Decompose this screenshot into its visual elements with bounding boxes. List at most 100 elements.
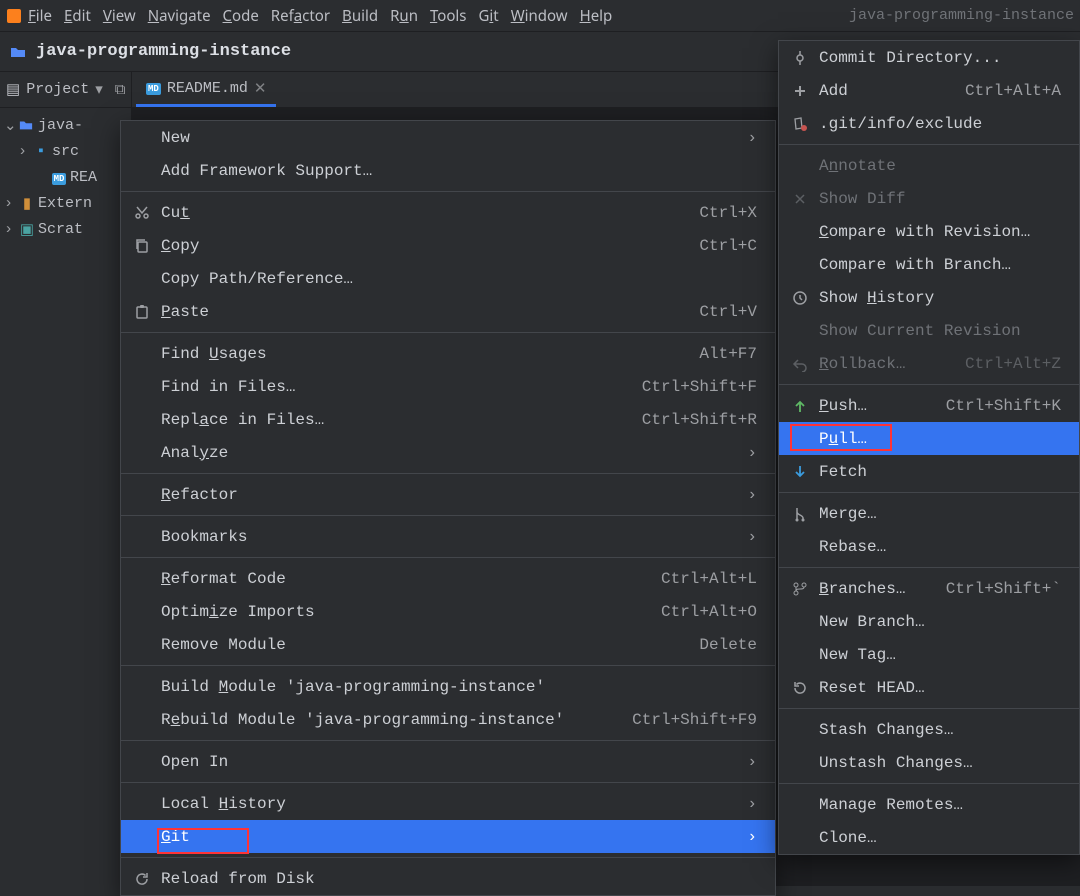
menu-item-label: Analyze [161, 444, 228, 462]
chevron-down-icon[interactable]: ▾ [95, 80, 103, 99]
git-git-info-exclude[interactable]: .git/info/exclude [779, 107, 1079, 140]
ctx-paste[interactable]: PasteCtrl+V [121, 295, 775, 328]
tab-readme[interactable]: MD README.md ✕ [136, 73, 276, 107]
menu-item-label: Copy Path/Reference… [161, 270, 353, 288]
menu-item-label: Find in Files… [161, 378, 295, 396]
menu-item-label: Optimize Imports [161, 603, 315, 621]
menu-code[interactable]: Code [223, 6, 259, 26]
menu-view[interactable]: View [103, 6, 136, 26]
ctx-analyze[interactable]: Analyze› [121, 436, 775, 469]
git-annotate: Annotate [779, 149, 1079, 182]
git-show-current-revision: Show Current Revision [779, 314, 1079, 347]
git-show-diff: Show Diff [779, 182, 1079, 215]
expand-icon[interactable]: ⧉ [115, 81, 126, 99]
menu-item-label: Add Framework Support… [161, 162, 372, 180]
menu-file[interactable]: File [28, 6, 52, 26]
ctx-reformat-code[interactable]: Reformat CodeCtrl+Alt+L [121, 562, 775, 595]
git-pull[interactable]: Pull… [779, 422, 1079, 455]
tree-label: java- [38, 117, 83, 134]
ctx-copy[interactable]: CopyCtrl+C [121, 229, 775, 262]
git-commit-directory[interactable]: Commit Directory... [779, 41, 1079, 74]
git-new-branch[interactable]: New Branch… [779, 605, 1079, 638]
git-unstash-changes[interactable]: Unstash Changes… [779, 746, 1079, 779]
git-branches[interactable]: Branches…Ctrl+Shift+` [779, 572, 1079, 605]
ctx-open-in[interactable]: Open In› [121, 745, 775, 778]
menu-item-label: Rollback… [819, 355, 905, 373]
git-compare-with-revision[interactable]: Compare with Revision… [779, 215, 1079, 248]
ctx-find-in-files[interactable]: Find in Files… Ctrl+Shift+F [121, 370, 775, 403]
git-merge[interactable]: Merge… [779, 497, 1079, 530]
toolwindow-label[interactable]: Project [26, 81, 89, 98]
tree-label: src [52, 143, 79, 160]
ctx-optimize-imports[interactable]: Optimize ImportsCtrl+Alt+O [121, 595, 775, 628]
chevron-right-icon: › [745, 129, 757, 147]
git-compare-with-branch[interactable]: Compare with Branch… [779, 248, 1079, 281]
menu-help[interactable]: Help [580, 6, 613, 26]
paste-icon [133, 304, 151, 320]
chevron-right-icon: › [745, 528, 757, 546]
tree-external[interactable]: ›▮ Extern [0, 190, 131, 216]
copy-icon [133, 238, 151, 254]
menu-refactor[interactable]: Refactor [271, 6, 330, 26]
menu-item-label: Add [819, 82, 848, 100]
ctx-build-module-java-programming-instance[interactable]: Build Module 'java-programming-instance' [121, 670, 775, 703]
ctx-remove-module[interactable]: Remove ModuleDelete [121, 628, 775, 661]
menu-item-label: Reformat Code [161, 570, 286, 588]
merge-icon [791, 506, 809, 522]
menu-edit[interactable]: Edit [64, 6, 91, 26]
close-icon[interactable]: ✕ [254, 79, 267, 98]
add-icon [791, 83, 809, 99]
app-icon [6, 8, 22, 24]
menu-item-label: Cut [161, 204, 190, 222]
tree-project-root[interactable]: ⌄ java- [0, 112, 131, 138]
menu-navigate[interactable]: Navigate [148, 6, 211, 26]
git-rebase[interactable]: Rebase… [779, 530, 1079, 563]
git-fetch[interactable]: Fetch [779, 455, 1079, 488]
project-tree[interactable]: ⌄ java- ›▪ src MD REA ›▮ Extern ›▣ Scrat [0, 108, 131, 246]
shortcut: Delete [699, 636, 757, 654]
git-stash-changes[interactable]: Stash Changes… [779, 713, 1079, 746]
shortcut: Ctrl+Shift+` [946, 580, 1061, 598]
menu-item-label: Manage Remotes… [819, 796, 963, 814]
menu-item-label: Compare with Branch… [819, 256, 1011, 274]
git-new-tag[interactable]: New Tag… [779, 638, 1079, 671]
menu-item-label: Find Usages [161, 345, 267, 363]
ctx-refactor[interactable]: Refactor› [121, 478, 775, 511]
git-add[interactable]: AddCtrl+Alt+A [779, 74, 1079, 107]
ctx-rebuild-module-java-programming-instance[interactable]: Rebuild Module 'java-programming-instanc… [121, 703, 775, 736]
project-folder-icon [10, 44, 26, 60]
ctx-new[interactable]: New› [121, 121, 775, 154]
cut-icon [133, 205, 151, 221]
ctx-copy-path-reference[interactable]: Copy Path/Reference… [121, 262, 775, 295]
tree-readme[interactable]: MD REA [0, 164, 131, 190]
tree-scratches[interactable]: ›▣ Scrat [0, 216, 131, 242]
ctx-add-framework-support[interactable]: Add Framework Support… [121, 154, 775, 187]
git-clone[interactable]: Clone… [779, 821, 1079, 854]
exclude-icon [791, 116, 809, 132]
shortcut: Ctrl+V [699, 303, 757, 321]
ctx-replace-in-files[interactable]: Replace in Files…Ctrl+Shift+R [121, 403, 775, 436]
ctx-reload-from-disk[interactable]: Reload from Disk [121, 862, 775, 895]
project-context-menu: New› Add Framework Support… CutCtrl+XCopyC… [120, 120, 776, 896]
menu-item-label: Replace in Files… [161, 411, 324, 429]
menu-window[interactable]: Window [511, 6, 568, 26]
git-reset-head[interactable]: Reset HEAD… [779, 671, 1079, 704]
ctx-find-usages[interactable]: Find UsagesAlt+F7 [121, 337, 775, 370]
ctx-git[interactable]: Git› [121, 820, 775, 853]
menu-git[interactable]: Git [478, 6, 498, 26]
ctx-bookmarks[interactable]: Bookmarks› [121, 520, 775, 553]
tree-src[interactable]: ›▪ src [0, 138, 131, 164]
ctx-local-history[interactable]: Local History› [121, 787, 775, 820]
shortcut: Ctrl+Shift+F [642, 378, 757, 396]
git-manage-remotes[interactable]: Manage Remotes… [779, 788, 1079, 821]
menu-build[interactable]: Build [342, 6, 378, 26]
breadcrumb[interactable]: java-programming-instance [36, 42, 291, 61]
menu-run[interactable]: Run [390, 6, 418, 26]
ctx-cut[interactable]: CutCtrl+X [121, 196, 775, 229]
menu-item-label: Reload from Disk [161, 870, 315, 888]
menu-tools[interactable]: Tools [430, 6, 467, 26]
menu-item-label: Push… [819, 397, 867, 415]
git-push[interactable]: Push…Ctrl+Shift+K [779, 389, 1079, 422]
shortcut: Ctrl+C [699, 237, 757, 255]
git-show-history[interactable]: Show History [779, 281, 1079, 314]
